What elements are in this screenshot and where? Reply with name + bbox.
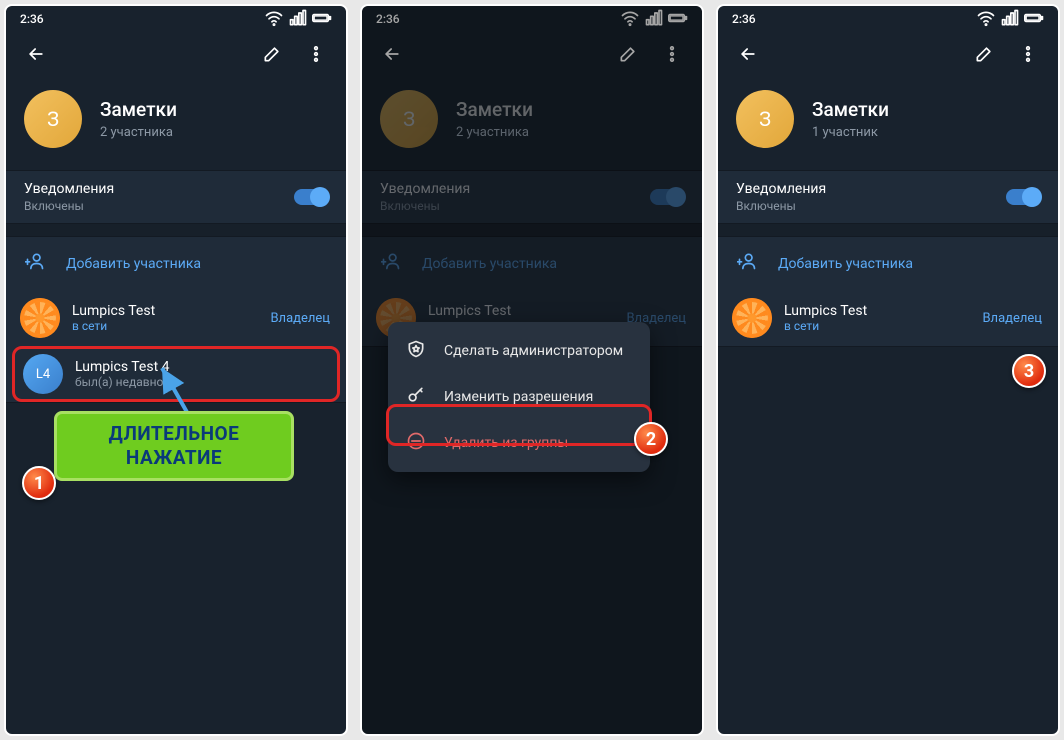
notifications-title: Уведомления xyxy=(24,181,114,197)
notifications-toggle[interactable] xyxy=(650,189,684,205)
wifi-icon xyxy=(620,8,640,31)
notifications-state: Включены xyxy=(380,199,470,213)
status-time: 2:36 xyxy=(20,12,44,26)
status-bar: 2:36 xyxy=(718,6,1058,32)
add-member-icon xyxy=(380,251,402,276)
back-button[interactable] xyxy=(374,36,410,72)
step-badge-1: 1 xyxy=(22,466,56,500)
context-menu: Сделать администратором Изменить разреше… xyxy=(388,322,650,472)
member-avatar: L4 xyxy=(23,354,63,394)
back-button[interactable] xyxy=(730,36,766,72)
key-icon xyxy=(406,385,426,409)
signal-icon xyxy=(288,8,308,31)
more-button[interactable] xyxy=(298,36,334,72)
toolbar xyxy=(362,32,702,76)
edit-button[interactable] xyxy=(966,36,1002,72)
step-badge-2: 2 xyxy=(634,422,668,456)
status-icons xyxy=(264,8,332,31)
signal-icon xyxy=(644,8,664,31)
member-role: Владелец xyxy=(982,311,1044,326)
ctx-permissions-label: Изменить разрешения xyxy=(444,389,593,405)
battery-icon xyxy=(668,8,688,31)
ctx-remove-label: Удалить из группы xyxy=(444,435,568,451)
battery-icon xyxy=(1024,8,1044,31)
remove-icon xyxy=(406,431,426,455)
add-member-label: Добавить участника xyxy=(778,256,913,272)
member-name: Lumpics Test xyxy=(784,303,867,319)
more-button[interactable] xyxy=(654,36,690,72)
edit-button[interactable] xyxy=(610,36,646,72)
group-avatar[interactable]: З xyxy=(736,90,794,148)
add-member-icon xyxy=(736,251,758,276)
group-title: Заметки xyxy=(100,98,177,121)
status-time: 2:36 xyxy=(376,12,400,26)
back-button[interactable] xyxy=(18,36,54,72)
notifications-state: Включены xyxy=(736,199,826,213)
add-member-icon xyxy=(24,251,46,276)
group-avatar[interactable]: З xyxy=(24,90,82,148)
member-status: в сети xyxy=(72,319,155,333)
toolbar xyxy=(6,32,346,76)
notifications-row[interactable]: Уведомления Включены xyxy=(6,170,346,224)
screen-2: 2:36 З Заметки 2 участника xyxy=(360,4,704,736)
signal-icon xyxy=(1000,8,1020,31)
ctx-make-admin-label: Сделать администратором xyxy=(444,343,623,359)
member-avatar xyxy=(732,298,772,338)
add-member-label: Добавить участника xyxy=(422,256,557,272)
status-time: 2:36 xyxy=(732,12,756,26)
group-title: Заметки xyxy=(456,98,533,121)
group-header: З Заметки 2 участника xyxy=(362,76,702,170)
status-bar: 2:36 xyxy=(362,6,702,32)
member-row[interactable]: Lumpics Test в сети Владелец xyxy=(718,290,1058,346)
notifications-title: Уведомления xyxy=(380,181,470,197)
wifi-icon xyxy=(976,8,996,31)
notifications-toggle[interactable] xyxy=(294,189,328,205)
long-press-callout: ДЛИТЕЛЬНОЕНАЖАТИЕ xyxy=(54,411,294,481)
group-subtitle: 2 участника xyxy=(456,125,533,140)
group-subtitle: 1 участник xyxy=(812,125,889,140)
notifications-row[interactable]: Уведомления Включены xyxy=(718,170,1058,224)
edit-button[interactable] xyxy=(254,36,290,72)
more-button[interactable] xyxy=(1010,36,1046,72)
notifications-toggle[interactable] xyxy=(1006,189,1040,205)
members-section: Добавить участника Lumpics Test в сети В… xyxy=(718,236,1058,347)
battery-icon xyxy=(312,8,332,31)
step-badge-3: 3 xyxy=(1012,354,1046,388)
screen-1: 2:36 З Заметки 2 участника xyxy=(4,4,348,736)
group-header: З Заметки 2 участника xyxy=(6,76,346,170)
status-bar: 2:36 xyxy=(6,6,346,32)
member-name: Lumpics Test xyxy=(72,303,155,319)
group-subtitle: 2 участника xyxy=(100,125,177,140)
member-row[interactable]: Lumpics Test в сети Владелец xyxy=(6,290,346,346)
member-name: Lumpics Test xyxy=(428,303,511,319)
member-role: Владелец xyxy=(270,311,332,326)
group-avatar[interactable]: З xyxy=(380,90,438,148)
add-member-row[interactable]: Добавить участника xyxy=(362,237,702,290)
ctx-make-admin[interactable]: Сделать администратором xyxy=(388,328,650,374)
status-icons xyxy=(620,8,688,31)
add-member-row[interactable]: Добавить участника xyxy=(6,237,346,290)
add-member-label: Добавить участника xyxy=(66,256,201,272)
shield-icon xyxy=(406,339,426,363)
notifications-state: Включены xyxy=(24,199,114,213)
ctx-remove[interactable]: Удалить из группы xyxy=(388,420,650,466)
ctx-permissions[interactable]: Изменить разрешения xyxy=(388,374,650,420)
add-member-row[interactable]: Добавить участника xyxy=(718,237,1058,290)
toolbar xyxy=(718,32,1058,76)
member-status: в сети xyxy=(784,319,867,333)
wifi-icon xyxy=(264,8,284,31)
notifications-title: Уведомления xyxy=(736,181,826,197)
screen-3: 2:36 З Заметки 1 участник xyxy=(716,4,1060,736)
group-title: Заметки xyxy=(812,98,889,121)
member-avatar xyxy=(20,298,60,338)
status-icons xyxy=(976,8,1044,31)
group-header: З Заметки 1 участник xyxy=(718,76,1058,170)
notifications-row[interactable]: Уведомления Включены xyxy=(362,170,702,224)
